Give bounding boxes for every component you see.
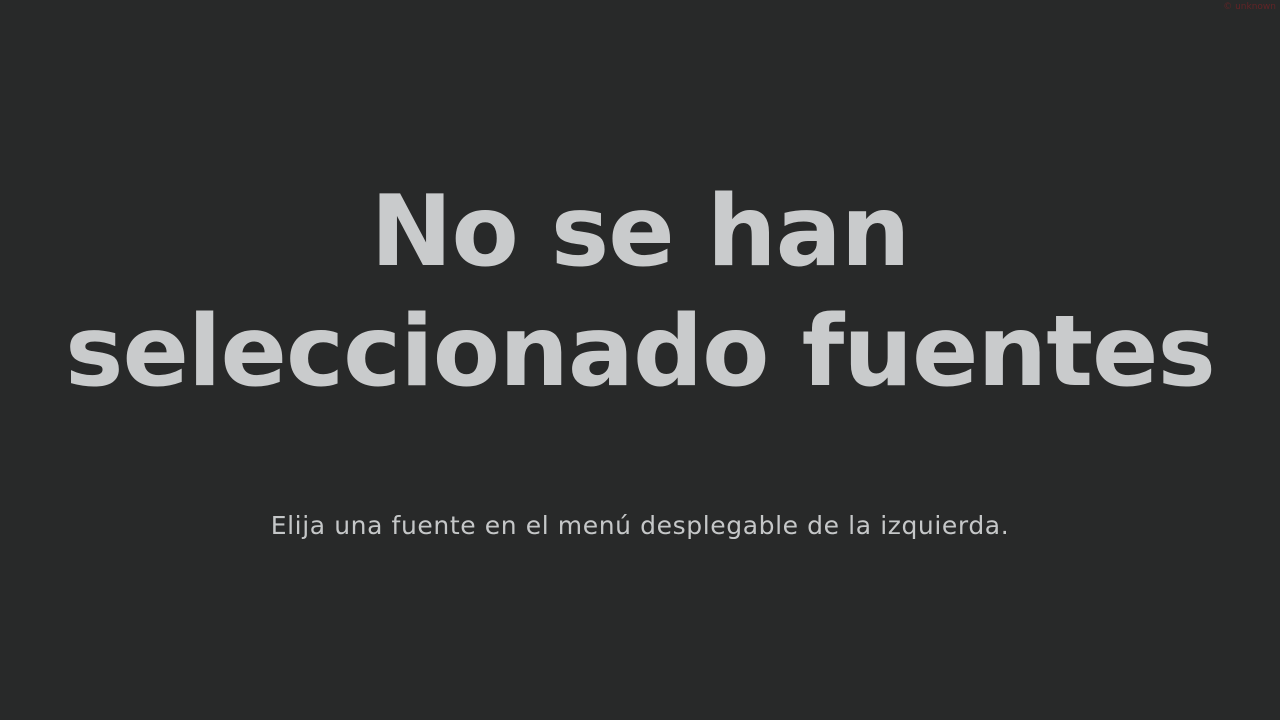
empty-state-message: Elija una fuente en el menú desplegable … <box>270 511 1010 540</box>
empty-state-title: No se han seleccionado fuentes <box>65 175 1216 409</box>
watermark: © unknown <box>1223 2 1276 12</box>
empty-state-panel: No se han seleccionado fuentes Elija una… <box>0 0 1280 720</box>
